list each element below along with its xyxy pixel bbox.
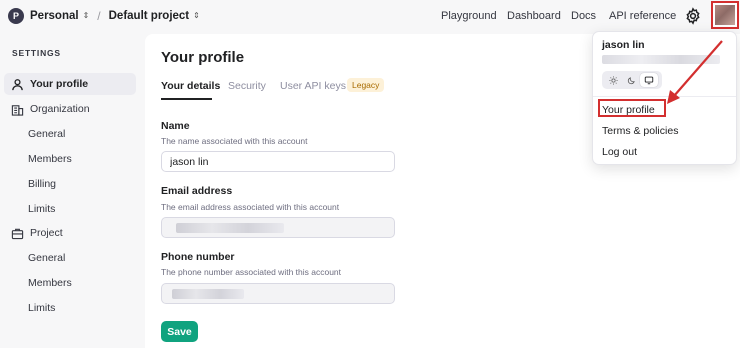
sidebar-item-org-general[interactable]: General [28, 128, 65, 140]
highlight-box [598, 99, 666, 117]
email-label: Email address [161, 185, 233, 197]
chevron-up-down-icon[interactable]: ⇕ [83, 12, 90, 20]
email-help-text: The email address associated with this a… [161, 202, 340, 212]
sidebar-item-project-general[interactable]: General [28, 252, 65, 264]
sidebar-item-project-members[interactable]: Members [28, 277, 72, 289]
email-field[interactable] [161, 217, 395, 238]
redacted-user-email [602, 55, 720, 64]
redacted-phone [172, 289, 244, 299]
breadcrumb-separator: / [97, 9, 101, 23]
phone-field[interactable] [161, 283, 395, 304]
sidebar-heading: SETTINGS [12, 48, 61, 58]
nav-link-api-reference[interactable]: API reference [609, 10, 676, 22]
sidebar-item-your-profile[interactable]: Your profile [4, 73, 136, 95]
tab-your-details[interactable]: Your details [161, 80, 220, 92]
tab-security[interactable]: Security [228, 80, 266, 92]
tab-user-api-keys[interactable]: User API keys [280, 80, 346, 92]
page-title: Your profile [161, 49, 245, 66]
sidebar-item-org-billing[interactable]: Billing [28, 178, 56, 190]
briefcase-icon [11, 227, 24, 240]
nav-link-docs[interactable]: Docs [571, 10, 596, 22]
name-help-text: The name associated with this account [161, 136, 308, 146]
sidebar-item-org-members[interactable]: Members [28, 153, 72, 165]
sidebar-item-org-limits[interactable]: Limits [28, 203, 55, 215]
phone-help-text: The phone number associated with this ac… [161, 267, 342, 277]
menu-item-log-out[interactable]: Log out [602, 146, 637, 158]
nav-link-playground[interactable]: Playground [441, 10, 497, 22]
name-label: Name [161, 120, 190, 132]
legacy-badge: Legacy [347, 78, 385, 92]
moon-icon[interactable] [622, 73, 640, 87]
theme-switcher [602, 71, 662, 89]
user-avatar-button[interactable] [711, 1, 739, 29]
gear-icon[interactable] [684, 7, 702, 25]
save-button[interactable]: Save [161, 321, 198, 342]
phone-label: Phone number [161, 251, 235, 263]
sun-icon[interactable] [604, 73, 622, 87]
redacted-email [176, 223, 284, 233]
active-tab-indicator [161, 98, 212, 100]
org-switcher-label[interactable]: Personal [30, 10, 79, 22]
sidebar-item-label: Organization [30, 103, 90, 115]
monitor-icon[interactable] [640, 73, 658, 87]
menu-divider [593, 96, 736, 97]
settings-sidebar: SETTINGS Your profile Organization Gener… [0, 32, 140, 348]
chevron-up-down-icon[interactable]: ⇕ [193, 12, 200, 20]
avatar [715, 5, 735, 25]
sidebar-item-project-limits[interactable]: Limits [28, 302, 55, 314]
nav-link-dashboard[interactable]: Dashboard [507, 10, 561, 22]
user-menu-dropdown: jason lin Your profile Terms & policies … [592, 31, 737, 165]
sidebar-item-project[interactable]: Project [4, 222, 136, 244]
user-name: jason lin [602, 39, 645, 51]
sidebar-item-organization[interactable]: Organization [4, 98, 136, 120]
menu-item-terms-policies[interactable]: Terms & policies [602, 125, 678, 137]
person-icon [11, 78, 24, 91]
project-switcher-label[interactable]: Default project [109, 10, 190, 22]
name-input[interactable] [161, 151, 395, 172]
sidebar-item-label: Project [30, 227, 63, 239]
building-icon [11, 103, 24, 116]
sidebar-item-label: Your profile [30, 78, 89, 90]
org-avatar[interactable]: P [8, 8, 24, 24]
